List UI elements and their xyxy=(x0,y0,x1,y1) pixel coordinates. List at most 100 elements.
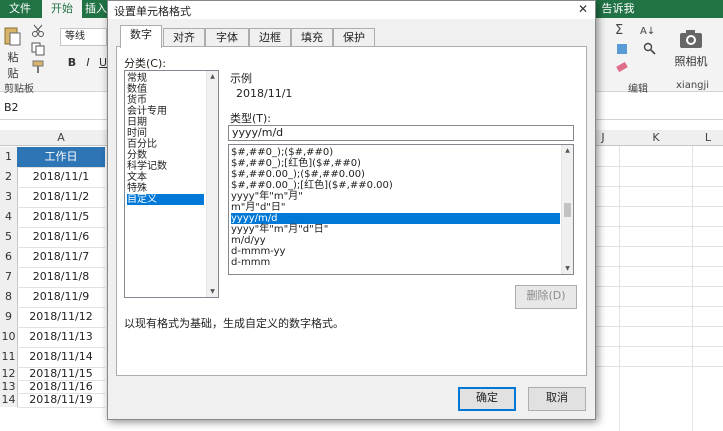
column-header-l[interactable]: L xyxy=(693,130,723,146)
column-header-k[interactable]: K xyxy=(620,130,692,146)
category-item[interactable]: 货币 xyxy=(127,95,204,106)
cut-icon[interactable] xyxy=(31,24,45,38)
cancel-button[interactable]: 取消 xyxy=(528,387,586,411)
scroll-up-icon[interactable]: ▲ xyxy=(207,71,218,82)
paste-button[interactable]: 粘贴 xyxy=(3,49,23,81)
find-select-icon[interactable] xyxy=(643,42,657,56)
format-item[interactable]: d-mmm xyxy=(231,257,560,268)
date-cell[interactable]: 2018/11/19 xyxy=(17,393,105,408)
font-name-select[interactable]: 等线 xyxy=(60,28,107,46)
date-cell[interactable]: 2018/11/7 xyxy=(17,247,105,268)
format-item[interactable]: $#,##0_);($#,##0) xyxy=(231,147,560,158)
row-header[interactable]: 1 xyxy=(0,147,18,167)
tell-me-search[interactable]: 告诉我 xyxy=(598,0,638,18)
tab-alignment[interactable]: 对齐 xyxy=(163,28,205,47)
tab-border[interactable]: 边框 xyxy=(249,28,291,47)
autosum-icon[interactable]: Σ xyxy=(615,24,629,38)
scroll-up-icon[interactable]: ▲ xyxy=(562,145,573,156)
date-cell[interactable]: 2018/11/2 xyxy=(17,187,105,208)
fill-icon[interactable] xyxy=(615,42,629,56)
tab-insert[interactable]: 插入 xyxy=(84,0,108,18)
tab-protection[interactable]: 保护 xyxy=(333,28,375,47)
format-scrollbar[interactable]: ▲ ▼ xyxy=(561,145,573,274)
format-item[interactable]: yyyy"年"m"月"d"日" xyxy=(231,224,560,235)
format-item[interactable]: m/d/yy xyxy=(231,235,560,246)
scroll-thumb[interactable] xyxy=(564,203,571,217)
row-header[interactable]: 4 xyxy=(0,207,18,227)
row-header[interactable]: 5 xyxy=(0,227,18,247)
date-cell[interactable]: 2018/11/12 xyxy=(17,307,105,328)
row-header[interactable]: 8 xyxy=(0,287,18,307)
date-cell[interactable]: 2018/11/15 xyxy=(17,367,105,381)
row-header[interactable]: 13 xyxy=(0,380,18,393)
row-header[interactable]: 7 xyxy=(0,267,18,287)
tab-file[interactable]: 文件 xyxy=(0,0,40,18)
bold-button[interactable]: B xyxy=(66,56,78,69)
category-item[interactable]: 分数 xyxy=(127,150,204,161)
date-cell[interactable]: 2018/11/5 xyxy=(17,207,105,228)
dialog-title: 设置单元格格式 xyxy=(114,5,191,18)
date-cell[interactable]: 2018/11/9 xyxy=(17,287,105,308)
date-cell[interactable]: 2018/11/1 xyxy=(17,167,105,188)
column-header-a[interactable]: A xyxy=(17,130,105,146)
category-item[interactable]: 时间 xyxy=(127,128,204,139)
category-item[interactable]: 百分比 xyxy=(127,139,204,150)
format-item[interactable]: $#,##0.00_);($#,##0.00) xyxy=(231,169,560,180)
format-item[interactable]: yyyy"年"m"月" xyxy=(231,191,560,202)
category-item[interactable]: 会计专用 xyxy=(127,106,204,117)
format-painter-icon[interactable] xyxy=(31,60,45,74)
copy-icon[interactable] xyxy=(31,42,45,56)
tab-number[interactable]: 数字 xyxy=(120,25,162,48)
row-header[interactable]: 11 xyxy=(0,347,18,367)
delete-button[interactable]: 删除(D) xyxy=(515,285,577,309)
row-header[interactable]: 14 xyxy=(0,393,18,407)
scroll-down-icon[interactable]: ▼ xyxy=(562,263,573,274)
header-cell[interactable]: 工作日 xyxy=(17,147,105,168)
camera-icon[interactable] xyxy=(679,28,703,50)
grid-line xyxy=(596,246,723,247)
category-item[interactable]: 科学记数 xyxy=(127,161,204,172)
format-item-selected[interactable]: yyyy/m/d xyxy=(231,213,560,224)
date-cell[interactable]: 2018/11/16 xyxy=(17,380,105,394)
ok-button[interactable]: 确定 xyxy=(458,387,516,411)
category-item[interactable]: 日期 xyxy=(127,117,204,128)
row-header[interactable]: 2 xyxy=(0,167,18,187)
name-box[interactable]: B2 xyxy=(4,101,19,114)
italic-button[interactable]: I xyxy=(82,56,94,69)
date-cell[interactable]: 2018/11/8 xyxy=(17,267,105,288)
format-list[interactable]: $#,##0_);($#,##0) $#,##0_);[红色]($#,##0) … xyxy=(228,144,574,275)
row-header[interactable]: 6 xyxy=(0,247,18,267)
format-item[interactable]: $#,##0.00_);[红色]($#,##0.00) xyxy=(231,180,560,191)
type-input[interactable]: yyyy/m/d xyxy=(228,125,574,141)
category-item[interactable]: 文本 xyxy=(127,172,204,183)
close-icon[interactable]: ✕ xyxy=(571,1,595,19)
row-header[interactable]: 3 xyxy=(0,187,18,207)
grid-line xyxy=(596,226,723,227)
category-item[interactable]: 常规 xyxy=(127,73,204,84)
row-header[interactable]: 9 xyxy=(0,307,18,327)
date-cell[interactable]: 2018/11/6 xyxy=(17,227,105,248)
dialog-titlebar[interactable]: 设置单元格格式 ✕ xyxy=(108,1,595,19)
row-header[interactable]: 10 xyxy=(0,327,18,347)
tab-fill[interactable]: 填充 xyxy=(291,28,333,47)
category-item[interactable]: 特殊 xyxy=(127,183,204,194)
category-item[interactable]: 数值 xyxy=(127,84,204,95)
grid-line xyxy=(596,366,723,367)
column-header-j[interactable]: J xyxy=(596,130,610,146)
camera-button[interactable]: 照相机 xyxy=(672,53,710,69)
date-cell[interactable]: 2018/11/14 xyxy=(17,347,105,368)
row-header[interactable]: 12 xyxy=(0,367,18,380)
paste-icon[interactable] xyxy=(3,26,21,46)
category-item-selected[interactable]: 自定义 xyxy=(127,194,204,205)
format-item[interactable]: m"月"d"日" xyxy=(231,202,560,213)
format-item[interactable]: $#,##0_);[红色]($#,##0) xyxy=(231,158,560,169)
sort-filter-icon[interactable]: A↓ xyxy=(640,26,655,40)
format-item[interactable]: d-mmm-yy xyxy=(231,246,560,257)
clear-icon[interactable] xyxy=(615,60,629,74)
date-cell[interactable]: 2018/11/13 xyxy=(17,327,105,348)
tab-font[interactable]: 字体 xyxy=(205,28,249,47)
category-scrollbar[interactable]: ▲ ▼ xyxy=(206,71,218,297)
scroll-down-icon[interactable]: ▼ xyxy=(207,286,218,297)
tab-home[interactable]: 开始 xyxy=(42,0,82,18)
category-list[interactable]: 常规 数值 货币 会计专用 日期 时间 百分比 分数 科学记数 文本 特殊 自定… xyxy=(124,70,219,298)
